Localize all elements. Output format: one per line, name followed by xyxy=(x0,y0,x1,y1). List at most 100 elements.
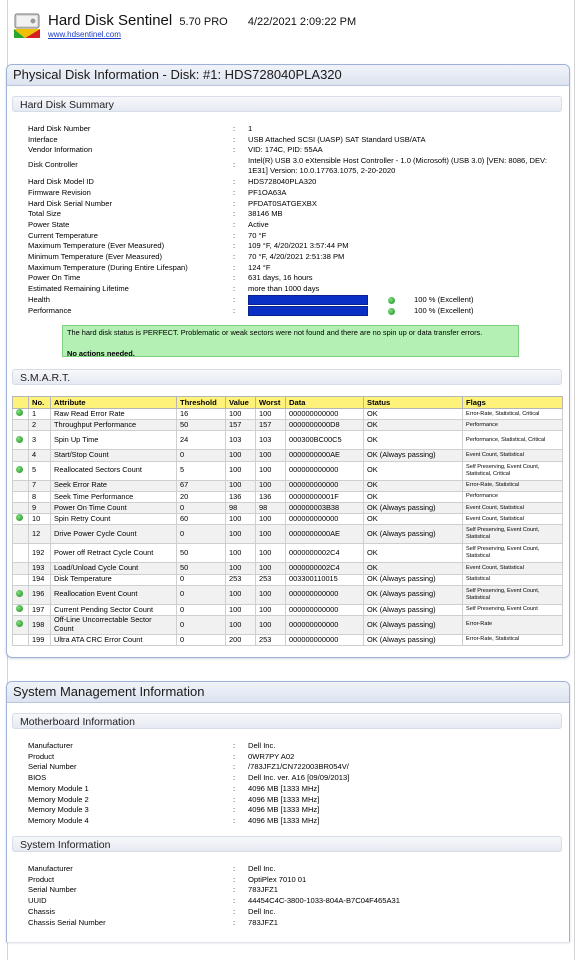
summary-row-value: 70 °F xyxy=(248,230,267,240)
smart-threshold: 50 xyxy=(176,419,226,432)
smart-row[interactable]: 3 Spin Up Time 24 103 103 000300BC00C5 OK Perfo… xyxy=(12,430,563,451)
separator: : xyxy=(233,885,236,895)
smart-worst: 100 xyxy=(255,603,286,616)
smart-value: 200 xyxy=(225,633,256,647)
col-status[interactable]: Status xyxy=(363,396,463,409)
smart-status: OK xyxy=(363,543,463,564)
smart-no: 5 xyxy=(28,460,51,481)
summary-row-label: Power State xyxy=(28,219,70,229)
col-data[interactable]: Data xyxy=(285,396,364,409)
separator: : xyxy=(233,896,236,906)
smart-threshold: 5 xyxy=(176,460,226,481)
smart-row[interactable]: 4 Start/Stop Count 0 100 100 0000000000AE OK (… xyxy=(12,449,563,462)
col-threshold[interactable]: Threshold xyxy=(176,396,226,409)
smart-threshold: 0 xyxy=(176,449,226,462)
smart-no: 196 xyxy=(28,584,51,605)
motherboard-row-label: Manufacturer xyxy=(28,741,73,750)
smart-row[interactable]: 10 Spin Retry Count 60 100 100 000000000000 OK… xyxy=(12,513,563,526)
smart-flags: Error-Rate, Statistical, Critical xyxy=(462,407,563,421)
status-message: The hard disk status is PERFECT. Problem… xyxy=(67,328,483,337)
summary-row-label: Firmware Revision xyxy=(28,187,91,197)
hard-disk-sentinel-logo-icon xyxy=(14,13,40,38)
smart-value: 100 xyxy=(225,407,256,421)
smart-threshold: 16 xyxy=(176,407,226,421)
smart-data: 000000000000 xyxy=(285,633,364,647)
smart-flags: Self Preserving, Event Count, Statistica… xyxy=(462,460,563,481)
col-flags[interactable]: Flags xyxy=(462,396,563,409)
separator: : xyxy=(233,134,236,144)
smart-value: 100 xyxy=(225,513,256,526)
motherboard-row-label: Serial Number xyxy=(28,762,77,772)
smart-attribute: Seek Error Rate xyxy=(50,479,177,492)
smart-row[interactable]: 198 Off-Line Uncorrectable Sector Count 0 1… xyxy=(12,614,563,635)
motherboard-row-label: Memory Module 1 xyxy=(28,783,89,793)
smart-row[interactable]: 194 Disk Temperature 0 253 253 003300110015 OK… xyxy=(12,573,563,586)
smart-threshold: 67 xyxy=(176,479,226,492)
separator: : xyxy=(233,741,236,750)
col-no[interactable]: No. xyxy=(28,396,51,409)
smart-threshold: 60 xyxy=(176,513,226,526)
smart-value: 100 xyxy=(225,449,256,462)
smart-flags: Event Count, Statistical xyxy=(462,501,563,515)
col-attribute[interactable]: Attribute xyxy=(50,396,177,409)
smart-row[interactable]: 197 Current Pending Sector Count 0 100 100 00… xyxy=(12,603,563,616)
smart-data: 000300BC00C5 xyxy=(285,430,364,451)
smart-row[interactable]: 7 Seek Error Rate 67 100 100 000000000000 OK Er… xyxy=(12,479,563,492)
smart-worst: 100 xyxy=(255,513,286,526)
summary-row-value: 109 °F, 4/20/2021 3:57:44 PM xyxy=(248,241,349,251)
separator: : xyxy=(233,160,236,170)
separator: : xyxy=(233,874,236,884)
smart-row[interactable]: 2 Throughput Performance 50 157 157 000000000… xyxy=(12,419,563,432)
smart-row[interactable]: 5 Reallocated Sectors Count 5 100 100 0000000… xyxy=(12,460,563,481)
smart-value: 103 xyxy=(225,430,256,451)
smart-worst: 103 xyxy=(255,430,286,451)
smart-flags: Event Count, Statistical xyxy=(462,562,563,575)
summary-row-label: Estimated Remaining Lifetime xyxy=(28,284,129,294)
smart-row[interactable]: 8 Seek Time Performance 20 136 136 0000000000… xyxy=(12,490,563,503)
smart-flags: Error-Rate, Statistical xyxy=(462,633,563,647)
smart-data: 000000000000 xyxy=(285,460,364,481)
hard-disk-summary-heading: Hard Disk Summary xyxy=(12,96,562,112)
col-worst[interactable]: Worst xyxy=(255,396,286,409)
motherboard-row-value: 4096 MB [1333 MHz] xyxy=(248,783,320,793)
smart-flags: Performance xyxy=(462,490,563,503)
smart-data: 000000000000 xyxy=(285,584,364,605)
smart-data: 00000000001F xyxy=(285,490,364,503)
summary-row-value: PFDAT0SATGEXBX xyxy=(248,198,317,208)
smart-no: 199 xyxy=(28,633,51,647)
smart-row[interactable]: 193 Load/Unload Cycle Count 50 100 100 000000… xyxy=(12,562,563,575)
app-version: 5.70 PRO xyxy=(179,16,228,28)
smart-row[interactable]: 9 Power On Time Count 0 98 98 000000003B38 OK … xyxy=(12,501,563,515)
separator: : xyxy=(233,751,236,761)
system-info-row-value: 783JFZ1 xyxy=(248,917,278,927)
summary-row-value: VID: 174C, PID: 55AA xyxy=(248,145,323,155)
smart-data: 003300110015 xyxy=(285,573,364,586)
smart-row[interactable]: 196 Reallocation Event Count 0 100 100 000000… xyxy=(12,584,563,605)
system-info-heading: System Information xyxy=(12,836,562,852)
smart-attribute: Current Pending Sector Count xyxy=(50,603,177,616)
smart-flags: Self Preserving, Event Count, Statistica… xyxy=(462,543,563,564)
smart-data: 000000000000 xyxy=(285,479,364,492)
report-header: Hard Disk Sentinel 5.70 PRO 4/22/2021 2:… xyxy=(10,8,570,48)
smart-threshold: 0 xyxy=(176,584,226,605)
website-link[interactable]: www.hdsentinel.com xyxy=(48,30,121,39)
smart-row[interactable]: 199 Ultra ATA CRC Error Count 0 200 253 00000… xyxy=(12,633,563,647)
health-label: Health xyxy=(28,295,50,304)
critical-ok-icon xyxy=(16,514,23,522)
health-ok-icon xyxy=(388,296,395,304)
smart-row[interactable]: 12 Drive Power Cycle Count 0 100 100 00000000… xyxy=(12,524,563,545)
smart-flags: Error-Rate xyxy=(462,614,563,635)
summary-row-label: Hard Disk Number xyxy=(28,124,91,133)
smart-no: 10 xyxy=(28,513,51,526)
smart-status: OK xyxy=(363,430,463,451)
col-value[interactable]: Value xyxy=(225,396,256,409)
smart-no: 3 xyxy=(28,430,51,451)
smart-row[interactable]: 192 Power off Retract Cycle Count 50 100 100… xyxy=(12,543,563,564)
smart-data: 000000000000 xyxy=(285,603,364,616)
summary-row-value: more than 1000 days xyxy=(248,284,320,294)
smart-threshold: 0 xyxy=(176,524,226,545)
smart-status: OK (Always passing) xyxy=(363,449,463,462)
system-management-section: System Management Information Motherboar… xyxy=(6,681,570,942)
smart-row[interactable]: 1 Raw Read Error Rate 16 100 100 000000000000… xyxy=(12,407,563,421)
separator: : xyxy=(233,917,236,927)
